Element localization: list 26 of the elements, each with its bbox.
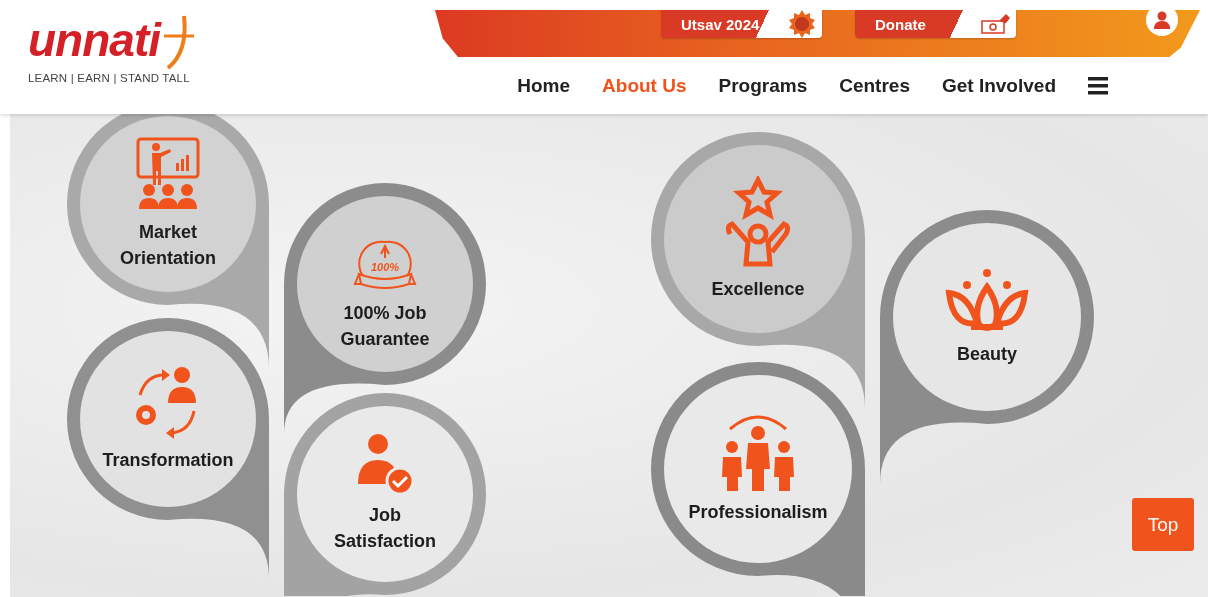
value-label: Beauty bbox=[957, 343, 1017, 366]
scroll-top-button[interactable]: Top bbox=[1132, 498, 1194, 551]
value-label: Professionalism bbox=[688, 501, 828, 524]
donate-button[interactable]: Donate bbox=[855, 10, 1016, 38]
nav-link[interactable]: Centres bbox=[839, 75, 910, 97]
person-check-icon bbox=[356, 434, 414, 496]
nav-link[interactable]: Home bbox=[517, 75, 571, 97]
nav-link[interactable]: About Us bbox=[602, 75, 687, 97]
banknote-icon bbox=[980, 13, 1010, 35]
team-icon bbox=[720, 413, 796, 493]
value-label: Job Satisfaction bbox=[333, 504, 437, 553]
value-label: Transformation bbox=[102, 449, 234, 472]
event-button[interactable]: Utsav 2024 bbox=[661, 10, 822, 38]
logo-tagline: LEARN | EARN | STAND TALL bbox=[28, 72, 191, 84]
user-icon bbox=[1154, 11, 1170, 29]
value-label: 100% Job Guarantee bbox=[339, 302, 431, 351]
value-label: Excellence bbox=[711, 278, 805, 301]
logo-wordmark[interactable]: unnati bbox=[28, 12, 160, 68]
menu-icon bbox=[1088, 77, 1108, 95]
sun-badge-icon bbox=[788, 10, 816, 38]
value-label: Market Orientation bbox=[119, 221, 217, 270]
menu-button[interactable] bbox=[1088, 77, 1108, 95]
nav-link[interactable]: Programs bbox=[718, 75, 808, 97]
nav-link[interactable]: Get Involved bbox=[941, 75, 1056, 97]
badge-text: 100% bbox=[370, 261, 400, 273]
ribbon-badge-icon bbox=[353, 240, 417, 289]
